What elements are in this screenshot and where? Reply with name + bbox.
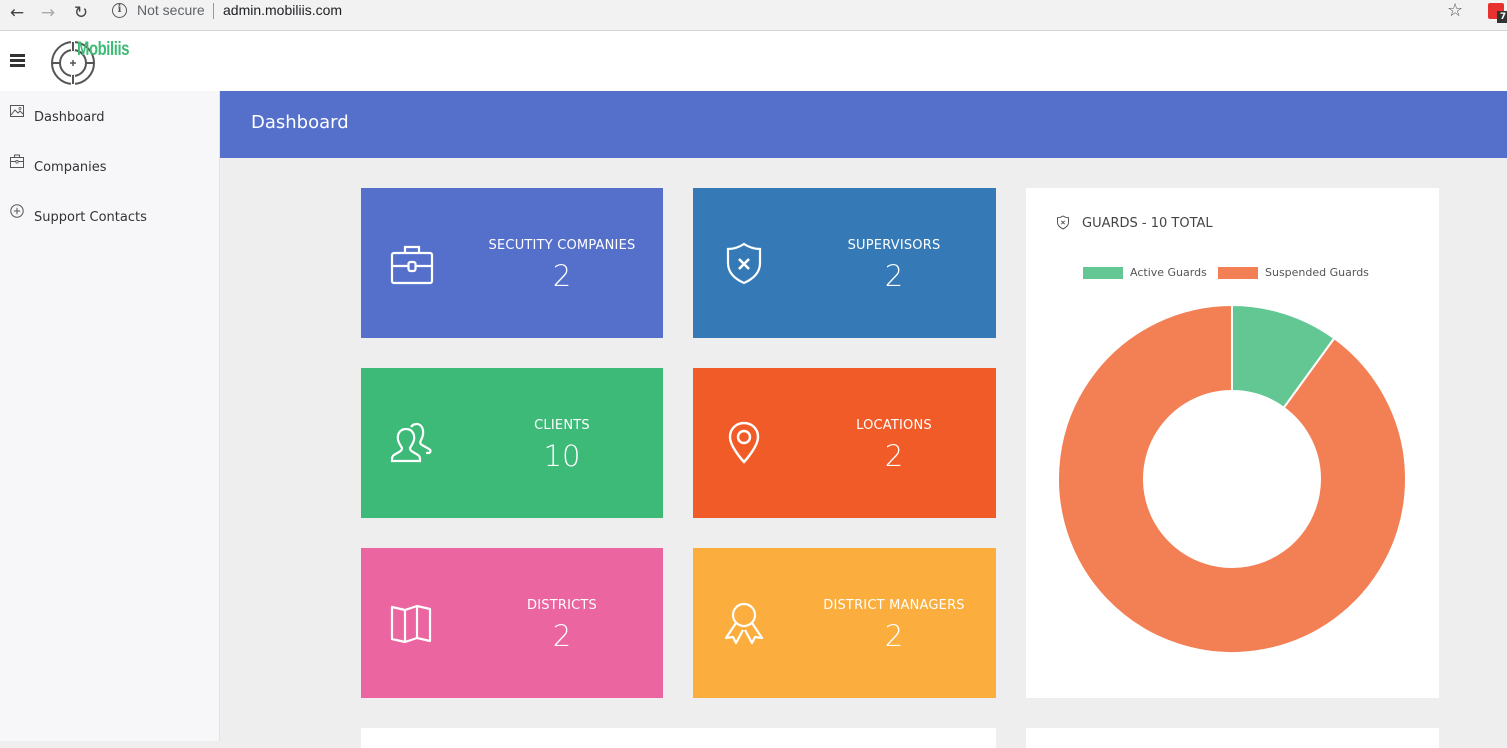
shield-x-icon (726, 242, 762, 285)
url-text[interactable]: admin.mobiliis.com (223, 2, 342, 18)
map-icon (390, 604, 432, 644)
guards-donut-chart (1057, 303, 1407, 654)
plus-circle-icon (10, 204, 24, 218)
briefcase-icon (10, 154, 24, 168)
url-separator (213, 3, 214, 19)
app-header: Mobiliis (0, 31, 1507, 91)
tile-value: 2 (552, 259, 572, 293)
tile-value: 2 (552, 619, 572, 653)
stat-tile-supervisors[interactable]: SUPERVISORS 2 (693, 188, 996, 338)
tile-label: LOCATIONS (856, 418, 932, 433)
tile-value: 2 (884, 439, 904, 473)
sidebar-item-companies[interactable]: Companies (0, 145, 219, 185)
info-icon[interactable]: i (112, 3, 127, 18)
guards-chart-card: GUARDS - 10 TOTAL Active Guards Suspende… (1026, 188, 1439, 698)
tile-value: 2 (884, 619, 904, 653)
stat-tile-security-companies[interactable]: SECUTITY COMPANIES 2 (361, 188, 663, 338)
tile-label: SECUTITY COMPANIES (488, 238, 636, 253)
extension-badge: 7 (1497, 11, 1507, 23)
reload-button[interactable]: ↻ (68, 2, 94, 24)
tile-label: DISTRICTS (527, 598, 597, 613)
sidebar-item-label: Companies (34, 160, 107, 175)
stat-tile-districts[interactable]: DISTRICTS 2 (361, 548, 663, 698)
page-title: Dashboard (251, 112, 349, 133)
image-icon (10, 105, 24, 117)
forward-button[interactable]: → (35, 2, 61, 24)
tile-value: 10 (543, 439, 581, 473)
bottom-card-left (361, 728, 996, 748)
browser-toolbar: ← → ↻ i Not secure admin.mobiliis.com ☆ … (0, 0, 1507, 31)
stat-tile-district-managers[interactable]: DISTRICT MANAGERS 2 (693, 548, 996, 698)
bookmark-star-icon[interactable]: ☆ (1447, 0, 1463, 21)
sidebar: Dashboard Companies Support Contacts (0, 91, 220, 741)
menu-toggle-icon[interactable] (10, 54, 25, 67)
tile-label: CLIENTS (534, 418, 590, 433)
brand-name[interactable]: Mobiliis (77, 39, 129, 61)
donut-slice-suspended-guards[interactable] (1057, 303, 1407, 654)
stat-tile-clients[interactable]: CLIENTS 10 (361, 368, 663, 518)
users-icon (390, 422, 432, 463)
sidebar-item-label: Dashboard (34, 110, 105, 125)
sidebar-item-label: Support Contacts (34, 210, 147, 225)
page-header: Dashboard (220, 91, 1507, 158)
award-icon (724, 602, 764, 645)
tile-label: DISTRICT MANAGERS (823, 598, 965, 613)
tile-label: SUPERVISORS (847, 238, 941, 253)
map-pin-icon (728, 421, 760, 464)
briefcase-icon (390, 245, 434, 285)
tile-value: 2 (884, 259, 904, 293)
sidebar-item-support-contacts[interactable]: Support Contacts (0, 195, 219, 235)
stat-tile-locations[interactable]: LOCATIONS 2 (693, 368, 996, 518)
security-status[interactable]: Not secure (137, 2, 205, 18)
back-button[interactable]: ← (4, 2, 30, 24)
bottom-card-right (1026, 728, 1439, 748)
sidebar-item-dashboard[interactable]: Dashboard (0, 95, 219, 135)
